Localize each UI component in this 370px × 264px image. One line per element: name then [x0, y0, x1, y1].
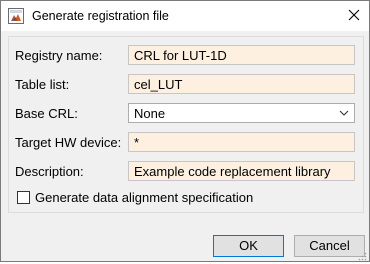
registry-name-label: Registry name:: [15, 48, 103, 63]
close-button[interactable]: [339, 1, 369, 31]
table-list-label: Table list:: [15, 77, 70, 92]
base-crl-row: Base CRL: None: [9, 103, 363, 125]
title-bar[interactable]: Generate registration file: [1, 1, 369, 31]
base-crl-select[interactable]: None: [128, 103, 355, 123]
dialog-window: Generate registration file Registry name…: [0, 0, 370, 262]
description-row: Description: Example code replacement li…: [9, 161, 363, 183]
target-hw-row: Target HW device: *: [9, 132, 363, 154]
resize-grip-icon[interactable]: [357, 249, 367, 261]
chevron-down-icon: [338, 107, 350, 119]
cancel-button[interactable]: Cancel: [294, 235, 365, 257]
base-crl-label: Base CRL:: [15, 106, 78, 121]
description-field[interactable]: Example code replacement library: [128, 161, 355, 181]
data-alignment-checkbox[interactable]: [17, 191, 30, 204]
ok-button[interactable]: OK: [213, 235, 284, 257]
description-label: Description:: [15, 164, 84, 179]
form-panel: Registry name: CRL for LUT-1D Table list…: [8, 36, 364, 213]
matlab-app-icon: [8, 8, 24, 24]
data-alignment-checkbox-label[interactable]: Generate data alignment specification: [35, 190, 253, 205]
table-list-field[interactable]: cel_LUT: [128, 74, 355, 94]
registry-name-row: Registry name: CRL for LUT-1D: [9, 45, 363, 67]
window-title: Generate registration file: [32, 9, 169, 23]
registry-name-field[interactable]: CRL for LUT-1D: [128, 45, 355, 65]
table-list-row: Table list: cel_LUT: [9, 74, 363, 96]
target-hw-field[interactable]: *: [128, 132, 355, 152]
base-crl-selected: None: [134, 106, 166, 121]
target-hw-label: Target HW device:: [15, 135, 122, 150]
close-icon: [348, 9, 360, 24]
